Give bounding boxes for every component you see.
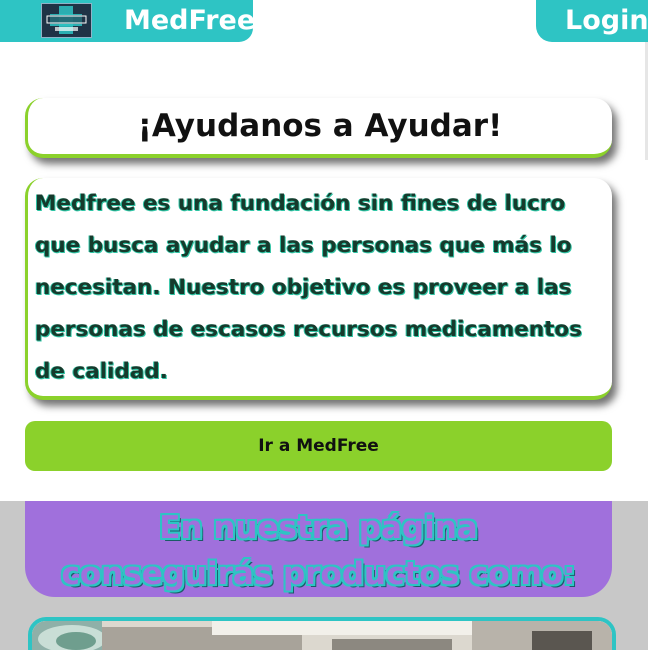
login-link[interactable]: Login	[565, 3, 648, 39]
hero-title-card: ¡Ayudanos a Ayudar!	[25, 98, 612, 158]
products-heading-line-2: conseguirás productos como:	[61, 556, 576, 592]
go-to-medfree-button[interactable]: Ir a MedFree	[25, 421, 612, 471]
mission-text: Medfree es una fundación sin fines de lu…	[35, 191, 583, 384]
page: MedFree Login ¡Ayudanos a Ayudar! Medfre…	[0, 0, 648, 650]
brand-name[interactable]: MedFree	[124, 3, 255, 39]
products-banner: En nuestra página conseguirás productos …	[25, 501, 612, 597]
hero-title: ¡Ayudanos a Ayudar!	[137, 108, 503, 144]
mission-card: Medfree es una fundación sin fines de lu…	[25, 178, 612, 400]
product-photo	[32, 621, 612, 650]
product-image-card[interactable]	[28, 617, 616, 650]
products-heading-line-1: En nuestra página	[159, 510, 478, 546]
medfree-logo-icon[interactable]	[41, 3, 92, 38]
